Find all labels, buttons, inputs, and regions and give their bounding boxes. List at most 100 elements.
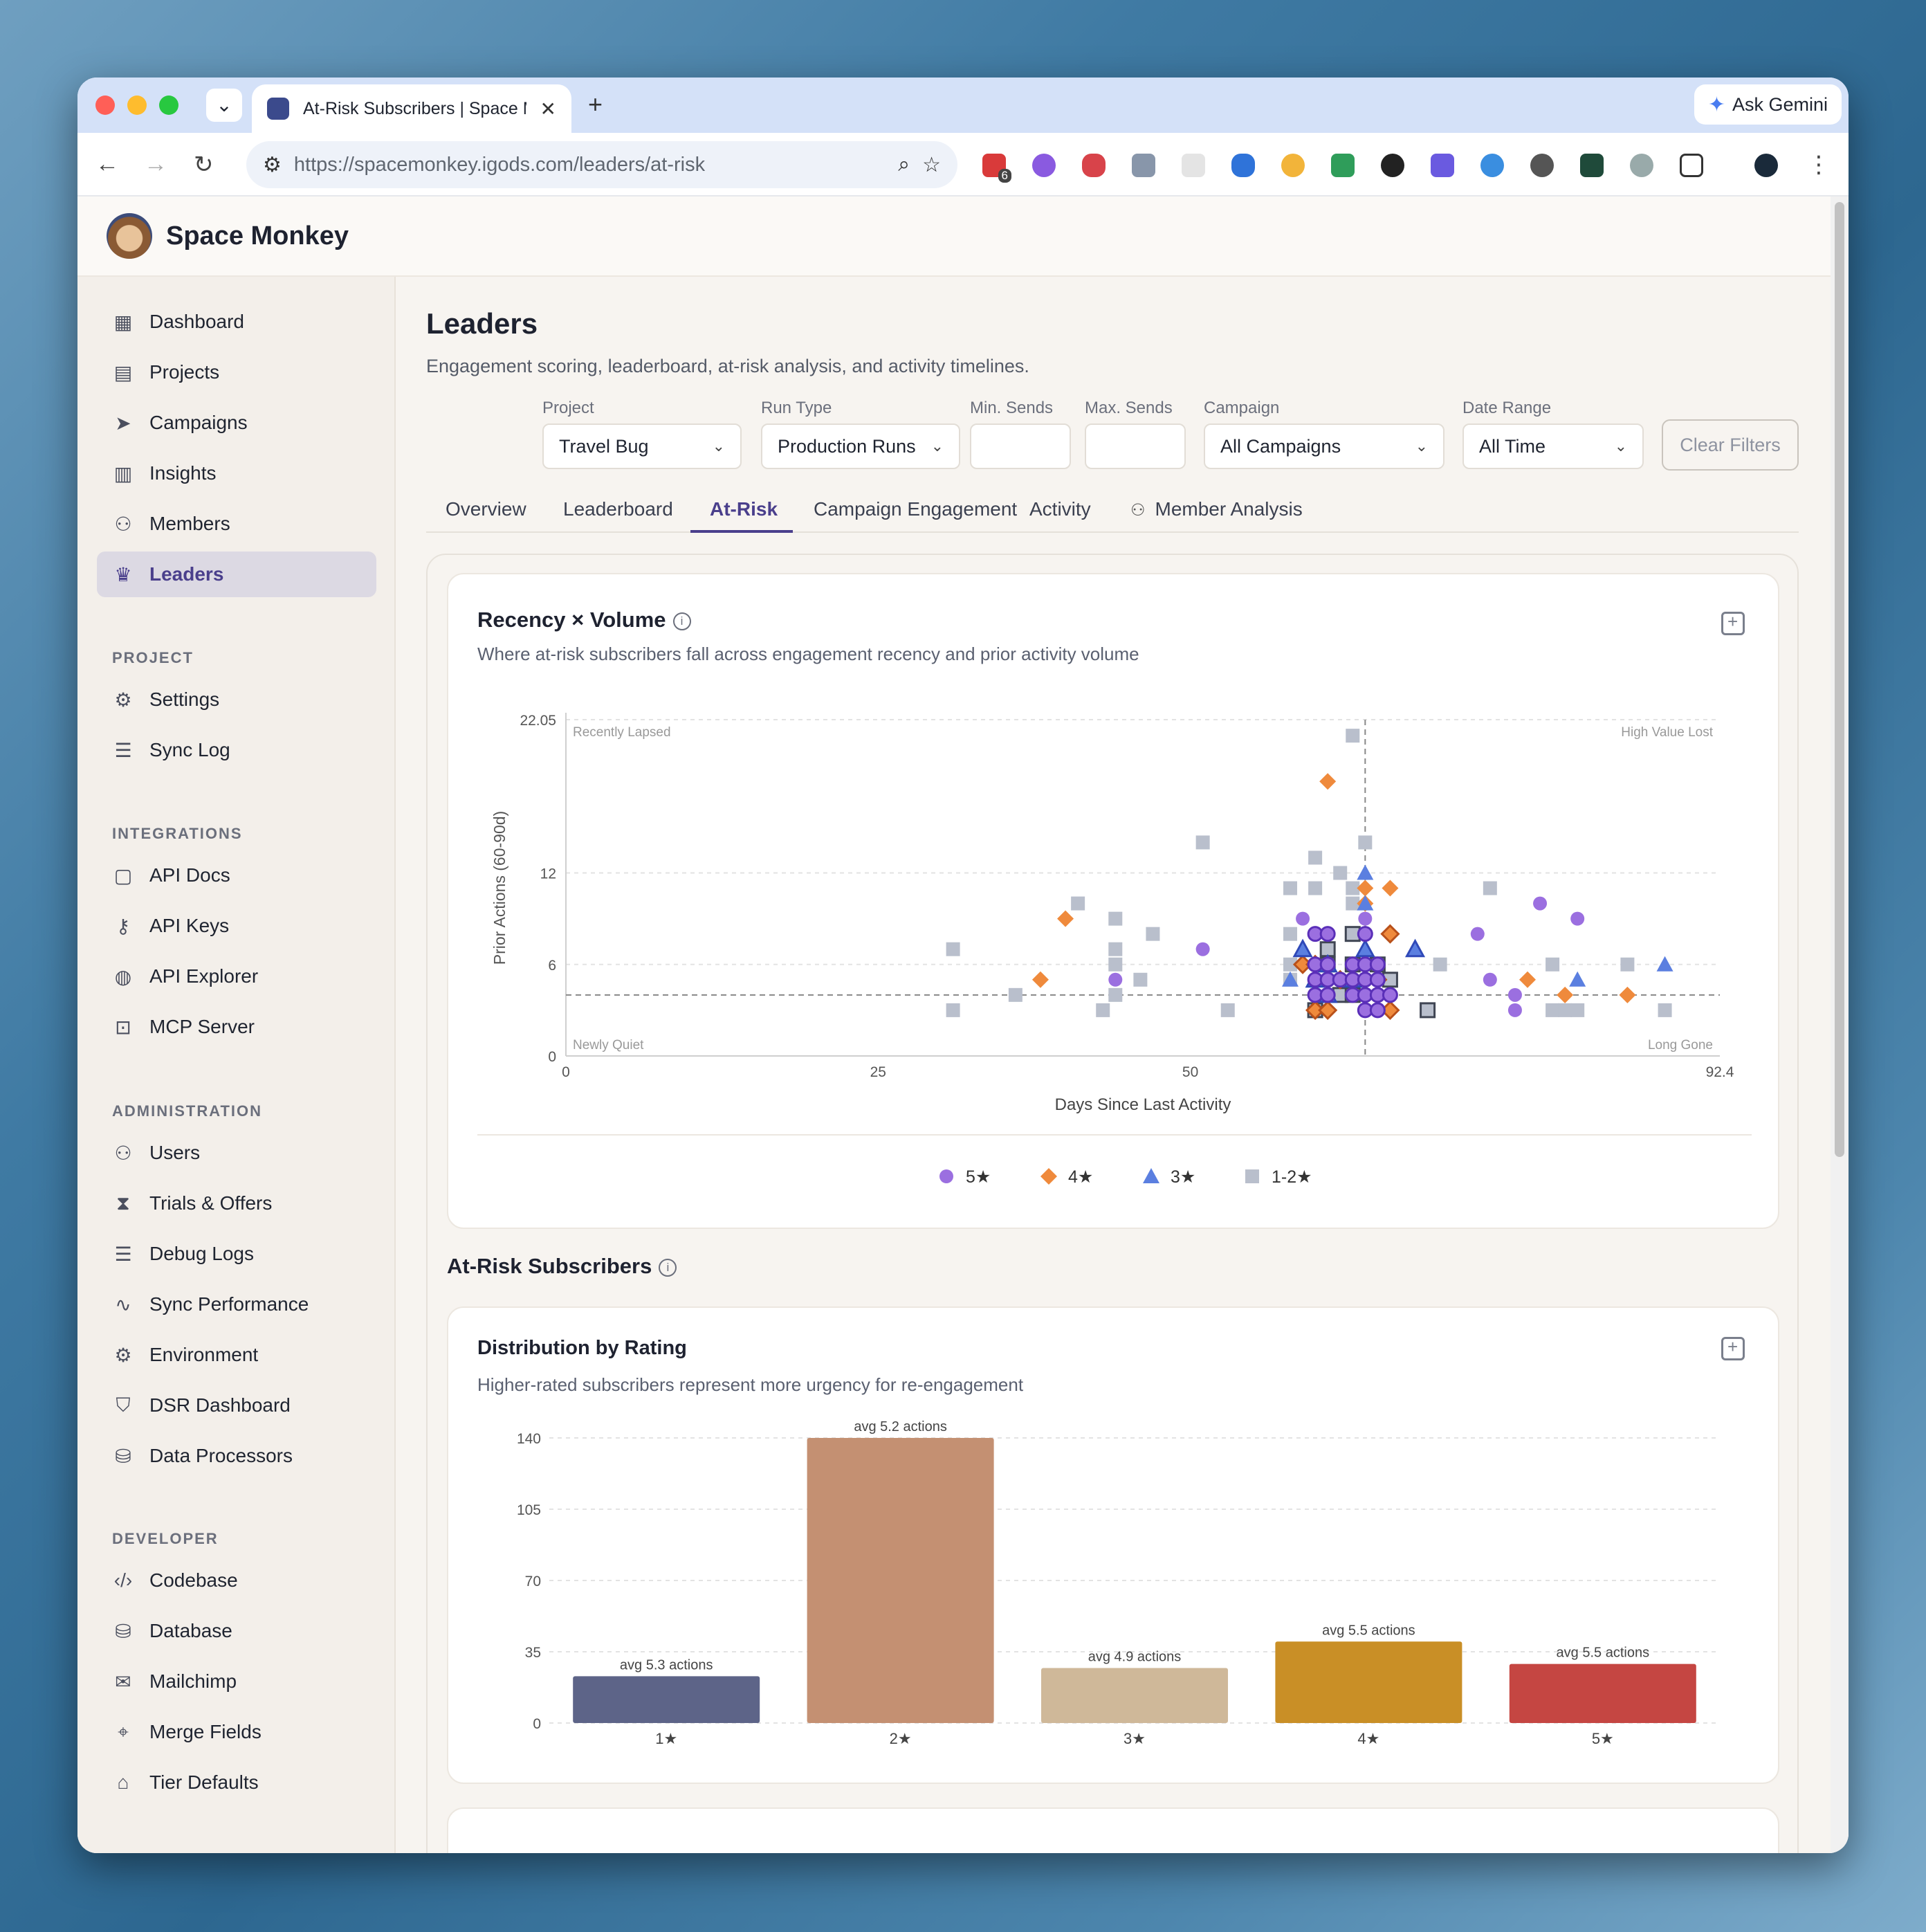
new-tab-button[interactable]: + [588,90,603,119]
sidebar-item-data-processors[interactable]: ⛁ Data Processors [97,1433,376,1479]
project-select[interactable]: Travel Bug ⌄ [542,423,742,469]
tab-member-analysis[interactable]: ⚇ Member Analysis [1130,498,1303,520]
scatter-point-5-star [1507,1003,1522,1017]
tab-at-risk[interactable]: At-Risk [710,498,778,520]
sidebar-item-api-keys[interactable]: ⚷ API Keys [97,903,376,949]
sidebar-item-api-docs[interactable]: ▢ API Docs [97,853,376,898]
extension-tag-icon[interactable] [1231,154,1255,177]
campaign-select[interactable]: All Campaigns ⌄ [1204,423,1444,469]
globe-icon: ◍ [114,965,132,987]
sidebar-item-leaders[interactable]: ♛ Leaders [97,552,376,597]
scatter-point-5-star [1382,987,1398,1003]
extension-shield-icon[interactable] [1331,154,1355,177]
tags-icon: ⌖ [118,1720,129,1742]
browser-menu-icon[interactable]: ⋮ [1807,151,1831,179]
extensions-puzzle-icon[interactable] [1680,154,1703,177]
tab-campaign-engagement[interactable]: Campaign Engagement [814,498,1017,520]
sidebar-item-trials-offers[interactable]: ⧗ Trials & Offers [97,1181,376,1226]
min-sends-input[interactable] [970,423,1071,469]
sidebar-item-codebase[interactable]: ‹/› Codebase [97,1558,376,1603]
bar-chart: 0 35 70 105 140 avg 5.3 actions 1★ avg 5.2 acti… [517,1419,1720,1747]
sidebar-item-members[interactable]: ⚇ Members [97,501,376,547]
scatter-point-5-star [1319,987,1336,1003]
extension-calendar-icon[interactable]: 6 [982,154,1011,183]
site-settings-icon[interactable]: ⚙ [263,153,282,177]
x-tick-label: 0 [562,1064,570,1080]
clear-filters-button[interactable]: Clear Filters [1662,419,1799,471]
sidebar-item-dashboard[interactable]: ▦ Dashboard [97,299,376,345]
scatter-point-1-2-star [1220,1003,1235,1017]
sidebar-item-users[interactable]: ⚇ Users [97,1130,376,1176]
mail-icon: ✉ [115,1670,131,1693]
sidebar-item-merge-fields[interactable]: ⌖ Merge Fields [97,1709,376,1755]
extension-sitemap-icon[interactable] [1431,154,1454,177]
tab-activity[interactable]: Activity [1029,498,1091,520]
browser-tab[interactable]: At-Risk Subscribers | Space Monkey ✕ [252,84,571,133]
page-scrollbar[interactable] [1831,197,1849,1853]
sidebar-item-settings[interactable]: ⚙ Settings [97,677,376,722]
scatter-point-5-star [1470,927,1485,941]
extension-purple-icon[interactable] [1032,154,1056,177]
date-range-select[interactable]: All Time ⌄ [1462,423,1644,469]
close-tab-icon[interactable]: ✕ [540,98,556,120]
profile-avatar[interactable] [1754,154,1778,177]
sidebar-item-mcp-server[interactable]: ⊡ MCP Server [97,1004,376,1050]
scatter-point-1-2-star [1570,1003,1585,1017]
tab-title: At-Risk Subscribers | Space Monkey [303,98,526,118]
back-icon[interactable]: ← [95,151,119,178]
extension-globe-icon[interactable] [1630,154,1653,177]
run-type-select[interactable]: Production Runs ⌄ [761,423,960,469]
ask-gemini-button[interactable]: ✦ Ask Gemini [1694,84,1842,125]
address-bar[interactable]: ⚙ https://spacemonkey.igods.com/leaders/… [246,141,957,188]
tab-search-button[interactable]: ⌄ [206,89,242,122]
extension-page-icon[interactable] [1182,154,1205,177]
reload-icon[interactable]: ↻ [194,151,214,179]
scatter-point-5-star [1369,956,1386,973]
bar-2-star [807,1438,994,1723]
extension-check-icon[interactable] [1580,154,1604,177]
monkey-logo-icon [107,213,152,259]
sidebar-item-database[interactable]: ⛁ Database [97,1608,376,1654]
close-window-button[interactable] [95,95,115,115]
bookmark-star-icon[interactable]: ☆ [922,153,941,177]
app-root: Space Monkey ▦ Dashboard ▤ Projects ➤ Campa… [77,197,1849,1853]
sidebar-item-sync-performance[interactable]: ∿ Sync Performance [97,1282,376,1327]
sidebar-item-debug-logs[interactable]: ☰ Debug Logs [97,1231,376,1277]
max-sends-input[interactable] [1085,423,1186,469]
sidebar-item-projects[interactable]: ▤ Projects [97,349,376,395]
scatter-point-1-2-star [1096,1003,1110,1017]
at-risk-subscribers-heading-text: At-Risk Subscribers [447,1254,652,1278]
key-icon: ⚷ [116,915,131,937]
sidebar-item-label: API Keys [149,915,230,936]
sidebar-item-label: Data Processors [149,1445,293,1466]
leaders-tabs: Overview Leaderboard At-Risk Campaign En… [426,484,1799,533]
zoom-icon[interactable]: ⌕ [898,153,910,176]
sidebar-item-dsr-dashboard[interactable]: ⛉ DSR Dashboard [97,1383,376,1428]
x-tick-label: 50 [1182,1064,1198,1080]
tab-overview[interactable]: Overview [446,498,526,520]
extension-satellite-icon[interactable] [1132,154,1155,177]
sidebar-item-campaigns[interactable]: ➤ Campaigns [97,400,376,446]
sidebar-item-mailchimp[interactable]: ✉ Mailchimp [97,1659,376,1704]
extension-wordpress-icon[interactable] [1530,154,1554,177]
extension-bug-icon[interactable] [1480,154,1504,177]
sidebar-item-environment[interactable]: ⚙ Environment [97,1332,376,1378]
extension-link-icon[interactable] [1082,154,1106,177]
sidebar-item-tier-defaults[interactable]: ⌂ Tier Defaults [97,1760,376,1805]
forward-icon[interactable]: → [144,151,167,178]
members-icon: ⚇ [114,513,132,535]
sidebar-item-sync-log[interactable]: ☰ Sync Log [97,727,376,773]
extension-duck-icon[interactable] [1281,154,1305,177]
ask-gemini-label: Ask Gemini [1732,93,1828,115]
scatter-point-5-star [1570,911,1585,926]
scrollbar-thumb[interactable] [1835,202,1844,1157]
x-tick-label: 5★ [1592,1730,1614,1747]
sidebar-item-insights[interactable]: ▥ Insights [97,450,376,496]
extension-eye-icon[interactable] [1381,154,1404,177]
tab-leaderboard[interactable]: Leaderboard [563,498,673,520]
sidebar-item-api-explorer[interactable]: ◍ API Explorer [97,954,376,999]
browser-window: ⌄ At-Risk Subscribers | Space Monkey ✕ +… [77,78,1849,1853]
info-icon[interactable]: i [659,1258,677,1277]
maximize-window-button[interactable] [159,95,178,115]
minimize-window-button[interactable] [127,95,147,115]
